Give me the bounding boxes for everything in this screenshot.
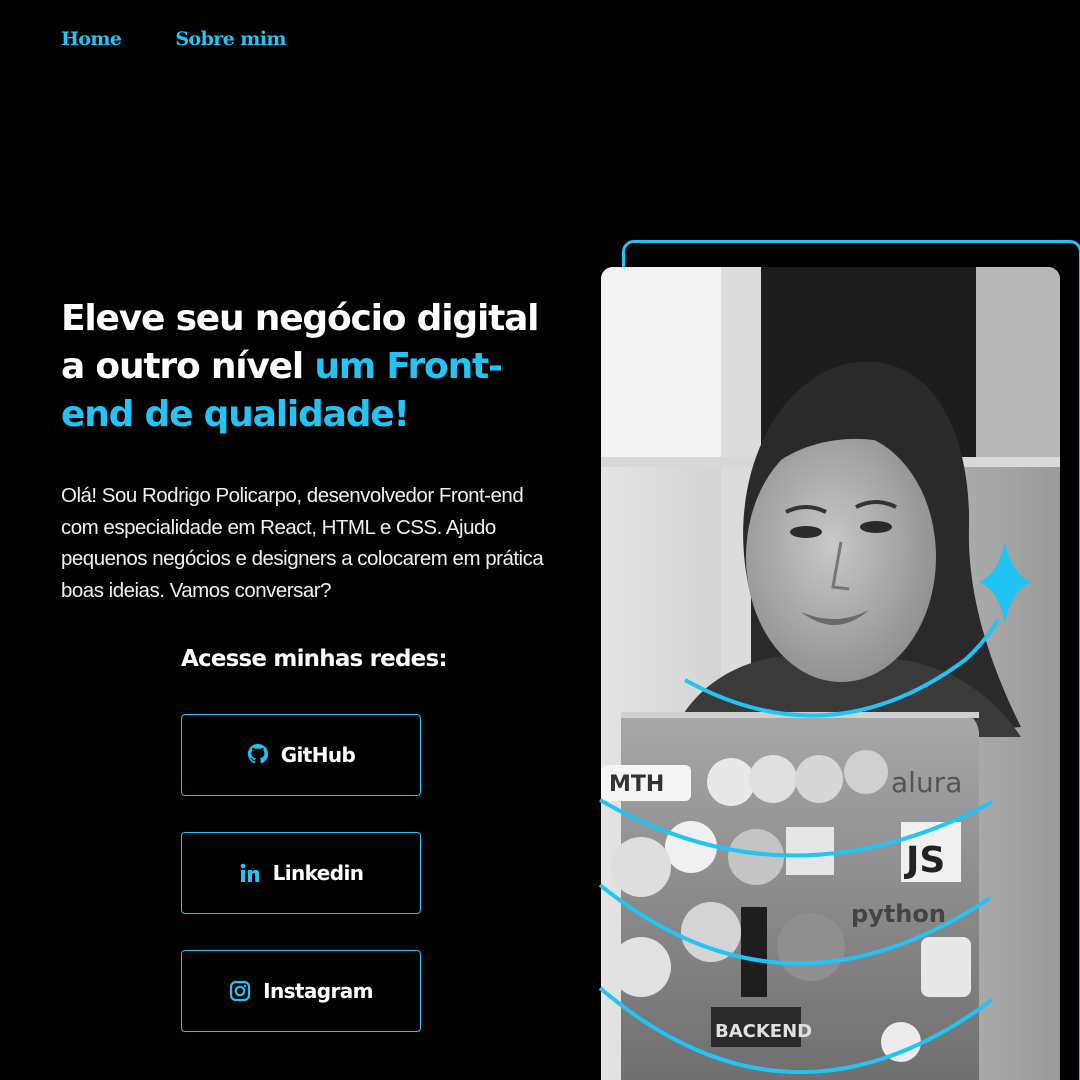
instagram-button[interactable]: Instagram	[181, 950, 421, 1032]
linkedin-label: Linkedin	[272, 861, 364, 885]
nav-link-sobre-mim[interactable]: Sobre mim	[175, 28, 286, 50]
sticker-alura: alura	[891, 766, 962, 799]
linkedin-icon	[239, 861, 261, 885]
linkedin-button[interactable]: Linkedin	[181, 832, 421, 914]
instagram-icon	[229, 979, 251, 1003]
sticker-js: JS	[903, 840, 945, 881]
github-icon	[247, 743, 269, 767]
hero-intro: Olá! Sou Rodrigo Policarpo, desenvolvedo…	[61, 484, 544, 602]
github-label: GitHub	[280, 743, 356, 767]
instagram-label: Instagram	[263, 979, 373, 1003]
hero-headline: Eleve seu negócio digital a outro nível …	[61, 295, 561, 439]
sticker-backend: BACKEND	[715, 1021, 812, 1042]
top-nav: Home Sobre mim	[61, 28, 286, 50]
github-button[interactable]: GitHub	[181, 714, 421, 796]
social-title: Acesse minhas redes:	[181, 646, 448, 672]
nav-link-home[interactable]: Home	[61, 28, 122, 50]
sticker-mth: MTH	[609, 772, 664, 797]
profile-photo: MTH alura JS python BACKEND	[601, 267, 1060, 1080]
sticker-python: python	[851, 900, 946, 928]
